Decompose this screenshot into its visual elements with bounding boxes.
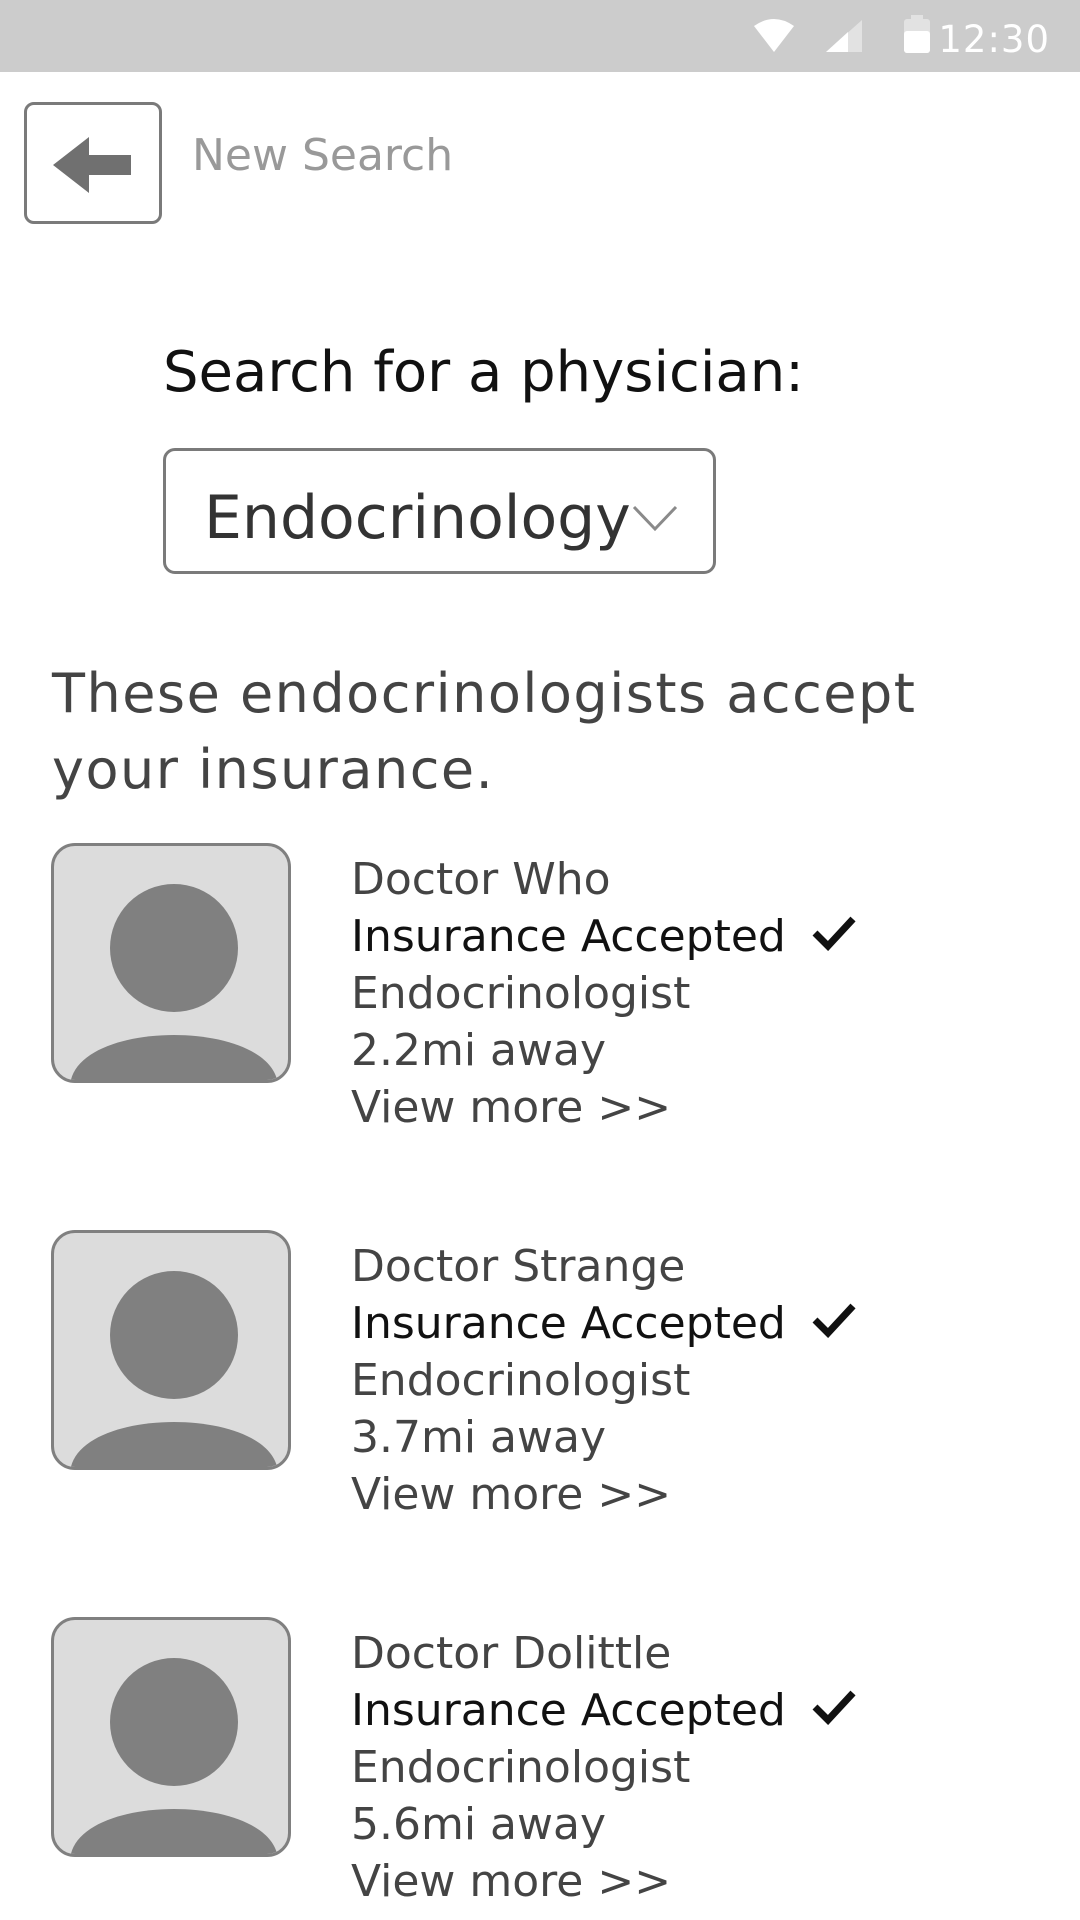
page-title: New Search bbox=[192, 130, 454, 181]
avatar bbox=[51, 843, 291, 1083]
view-more-link[interactable]: View more >> bbox=[351, 1466, 856, 1523]
wifi-icon bbox=[754, 19, 794, 52]
chevron-down-icon bbox=[632, 505, 678, 532]
doctor-info: Doctor Strange Insurance Accepted Endocr… bbox=[351, 1238, 856, 1523]
doctor-name: Doctor Who bbox=[351, 854, 611, 905]
doctor-card: Doctor Who Insurance Accepted Endocrinol… bbox=[0, 843, 1080, 1143]
insurance-status: Insurance Accepted bbox=[351, 908, 856, 965]
insurance-label: Insurance Accepted bbox=[351, 1685, 786, 1736]
status-time: 12:30 bbox=[938, 18, 1050, 61]
person-icon bbox=[71, 1658, 277, 1854]
doctor-distance: 5.6mi away bbox=[351, 1799, 606, 1850]
back-button[interactable] bbox=[24, 102, 162, 224]
search-label: Search for a physician: bbox=[163, 340, 805, 405]
doctor-specialty: Endocrinologist bbox=[351, 1742, 691, 1793]
dropdown-selected-value: Endocrinology bbox=[204, 483, 631, 553]
insurance-status: Insurance Accepted bbox=[351, 1682, 856, 1739]
checkmark-icon bbox=[812, 916, 856, 951]
signal-icon bbox=[826, 20, 862, 52]
person-icon bbox=[71, 1271, 277, 1467]
doctor-info: Doctor Dolittle Insurance Accepted Endoc… bbox=[351, 1625, 856, 1910]
doctor-card: Doctor Dolittle Insurance Accepted Endoc… bbox=[0, 1617, 1080, 1917]
doctor-card: Doctor Strange Insurance Accepted Endocr… bbox=[0, 1230, 1080, 1530]
insurance-label: Insurance Accepted bbox=[351, 1298, 786, 1349]
doctor-specialty: Endocrinologist bbox=[351, 1355, 691, 1406]
results-heading: These endocrinologists accept your insur… bbox=[52, 662, 917, 801]
status-bar: 12:30 bbox=[0, 0, 1080, 72]
avatar bbox=[51, 1617, 291, 1857]
view-more-link[interactable]: View more >> bbox=[351, 1853, 856, 1910]
insurance-status: Insurance Accepted bbox=[351, 1295, 856, 1352]
doctor-name: Doctor Dolittle bbox=[351, 1628, 672, 1679]
avatar bbox=[51, 1230, 291, 1470]
person-icon bbox=[71, 884, 277, 1080]
doctor-distance: 3.7mi away bbox=[351, 1412, 606, 1463]
specialty-dropdown[interactable]: Endocrinology bbox=[163, 448, 716, 574]
back-arrow-icon bbox=[53, 137, 131, 193]
doctor-distance: 2.2mi away bbox=[351, 1025, 606, 1076]
doctor-name: Doctor Strange bbox=[351, 1241, 686, 1292]
battery-icon bbox=[904, 15, 930, 53]
doctor-specialty: Endocrinologist bbox=[351, 968, 691, 1019]
insurance-label: Insurance Accepted bbox=[351, 911, 786, 962]
checkmark-icon bbox=[812, 1303, 856, 1338]
checkmark-icon bbox=[812, 1690, 856, 1725]
doctor-info: Doctor Who Insurance Accepted Endocrinol… bbox=[351, 851, 856, 1136]
view-more-link[interactable]: View more >> bbox=[351, 1079, 856, 1136]
